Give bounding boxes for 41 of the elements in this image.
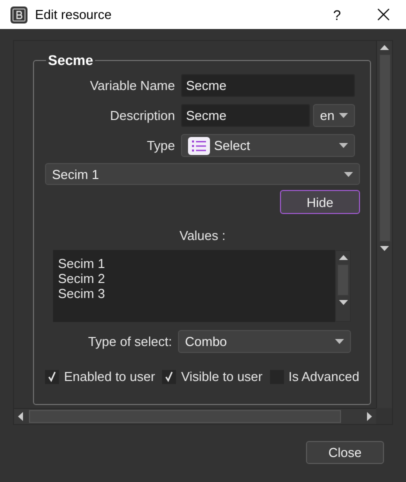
field-label: Type of select: bbox=[88, 334, 172, 349]
text-field[interactable]: Secme bbox=[181, 104, 310, 127]
field-label: Variable Name bbox=[88, 78, 175, 93]
window-title: Edit resource bbox=[35, 7, 113, 22]
caret-icon bbox=[339, 143, 348, 148]
checkbox-label: Enabled to user bbox=[64, 369, 156, 384]
language-dropdown[interactable]: en bbox=[313, 104, 355, 127]
caret-icon bbox=[339, 113, 348, 118]
app-logo-icon bbox=[10, 6, 28, 24]
value-line: Secim 2 bbox=[58, 271, 106, 286]
field-label: Type bbox=[146, 138, 175, 153]
left-arrow-icon bbox=[18, 412, 23, 421]
value-dropdown[interactable]: Secim 1 bbox=[45, 163, 360, 185]
checkbox-label: Visible to user bbox=[181, 369, 262, 384]
vertical-scrollbar[interactable] bbox=[376, 41, 392, 408]
close-icon bbox=[376, 8, 390, 21]
checkbox-label: Is Advanced bbox=[288, 369, 360, 384]
value-line: Secim 3 bbox=[58, 286, 106, 301]
caret-icon bbox=[335, 339, 344, 344]
down-arrow-icon bbox=[380, 246, 389, 251]
group-title: Secme bbox=[47, 52, 94, 68]
up-arrow-icon bbox=[380, 45, 389, 50]
help-button[interactable]: ? bbox=[314, 0, 360, 29]
checkbox[interactable] bbox=[45, 370, 59, 384]
checkbox[interactable] bbox=[162, 370, 176, 384]
up-arrow-icon bbox=[338, 255, 348, 260]
text-field[interactable]: Secme bbox=[181, 74, 355, 97]
values-label: Values : bbox=[178, 228, 226, 243]
down-arrow-icon bbox=[338, 300, 348, 305]
right-arrow-icon bbox=[367, 412, 372, 421]
field-label: Description bbox=[108, 108, 175, 123]
list-icon bbox=[188, 136, 210, 154]
horizontal-scrollbar[interactable] bbox=[14, 408, 376, 424]
vertical-scrollbar[interactable] bbox=[335, 250, 351, 322]
value-line: Secim 1 bbox=[58, 256, 106, 271]
caret-icon bbox=[344, 172, 353, 176]
select-type-dropdown[interactable]: Combo bbox=[178, 330, 351, 353]
type-dropdown[interactable]: Select bbox=[181, 134, 355, 157]
values-text-area[interactable]: Secim 1 Secim 2 Secim 3 bbox=[53, 250, 351, 322]
close-button[interactable]: Close bbox=[306, 441, 384, 464]
hide-button[interactable]: Hide bbox=[280, 190, 360, 214]
